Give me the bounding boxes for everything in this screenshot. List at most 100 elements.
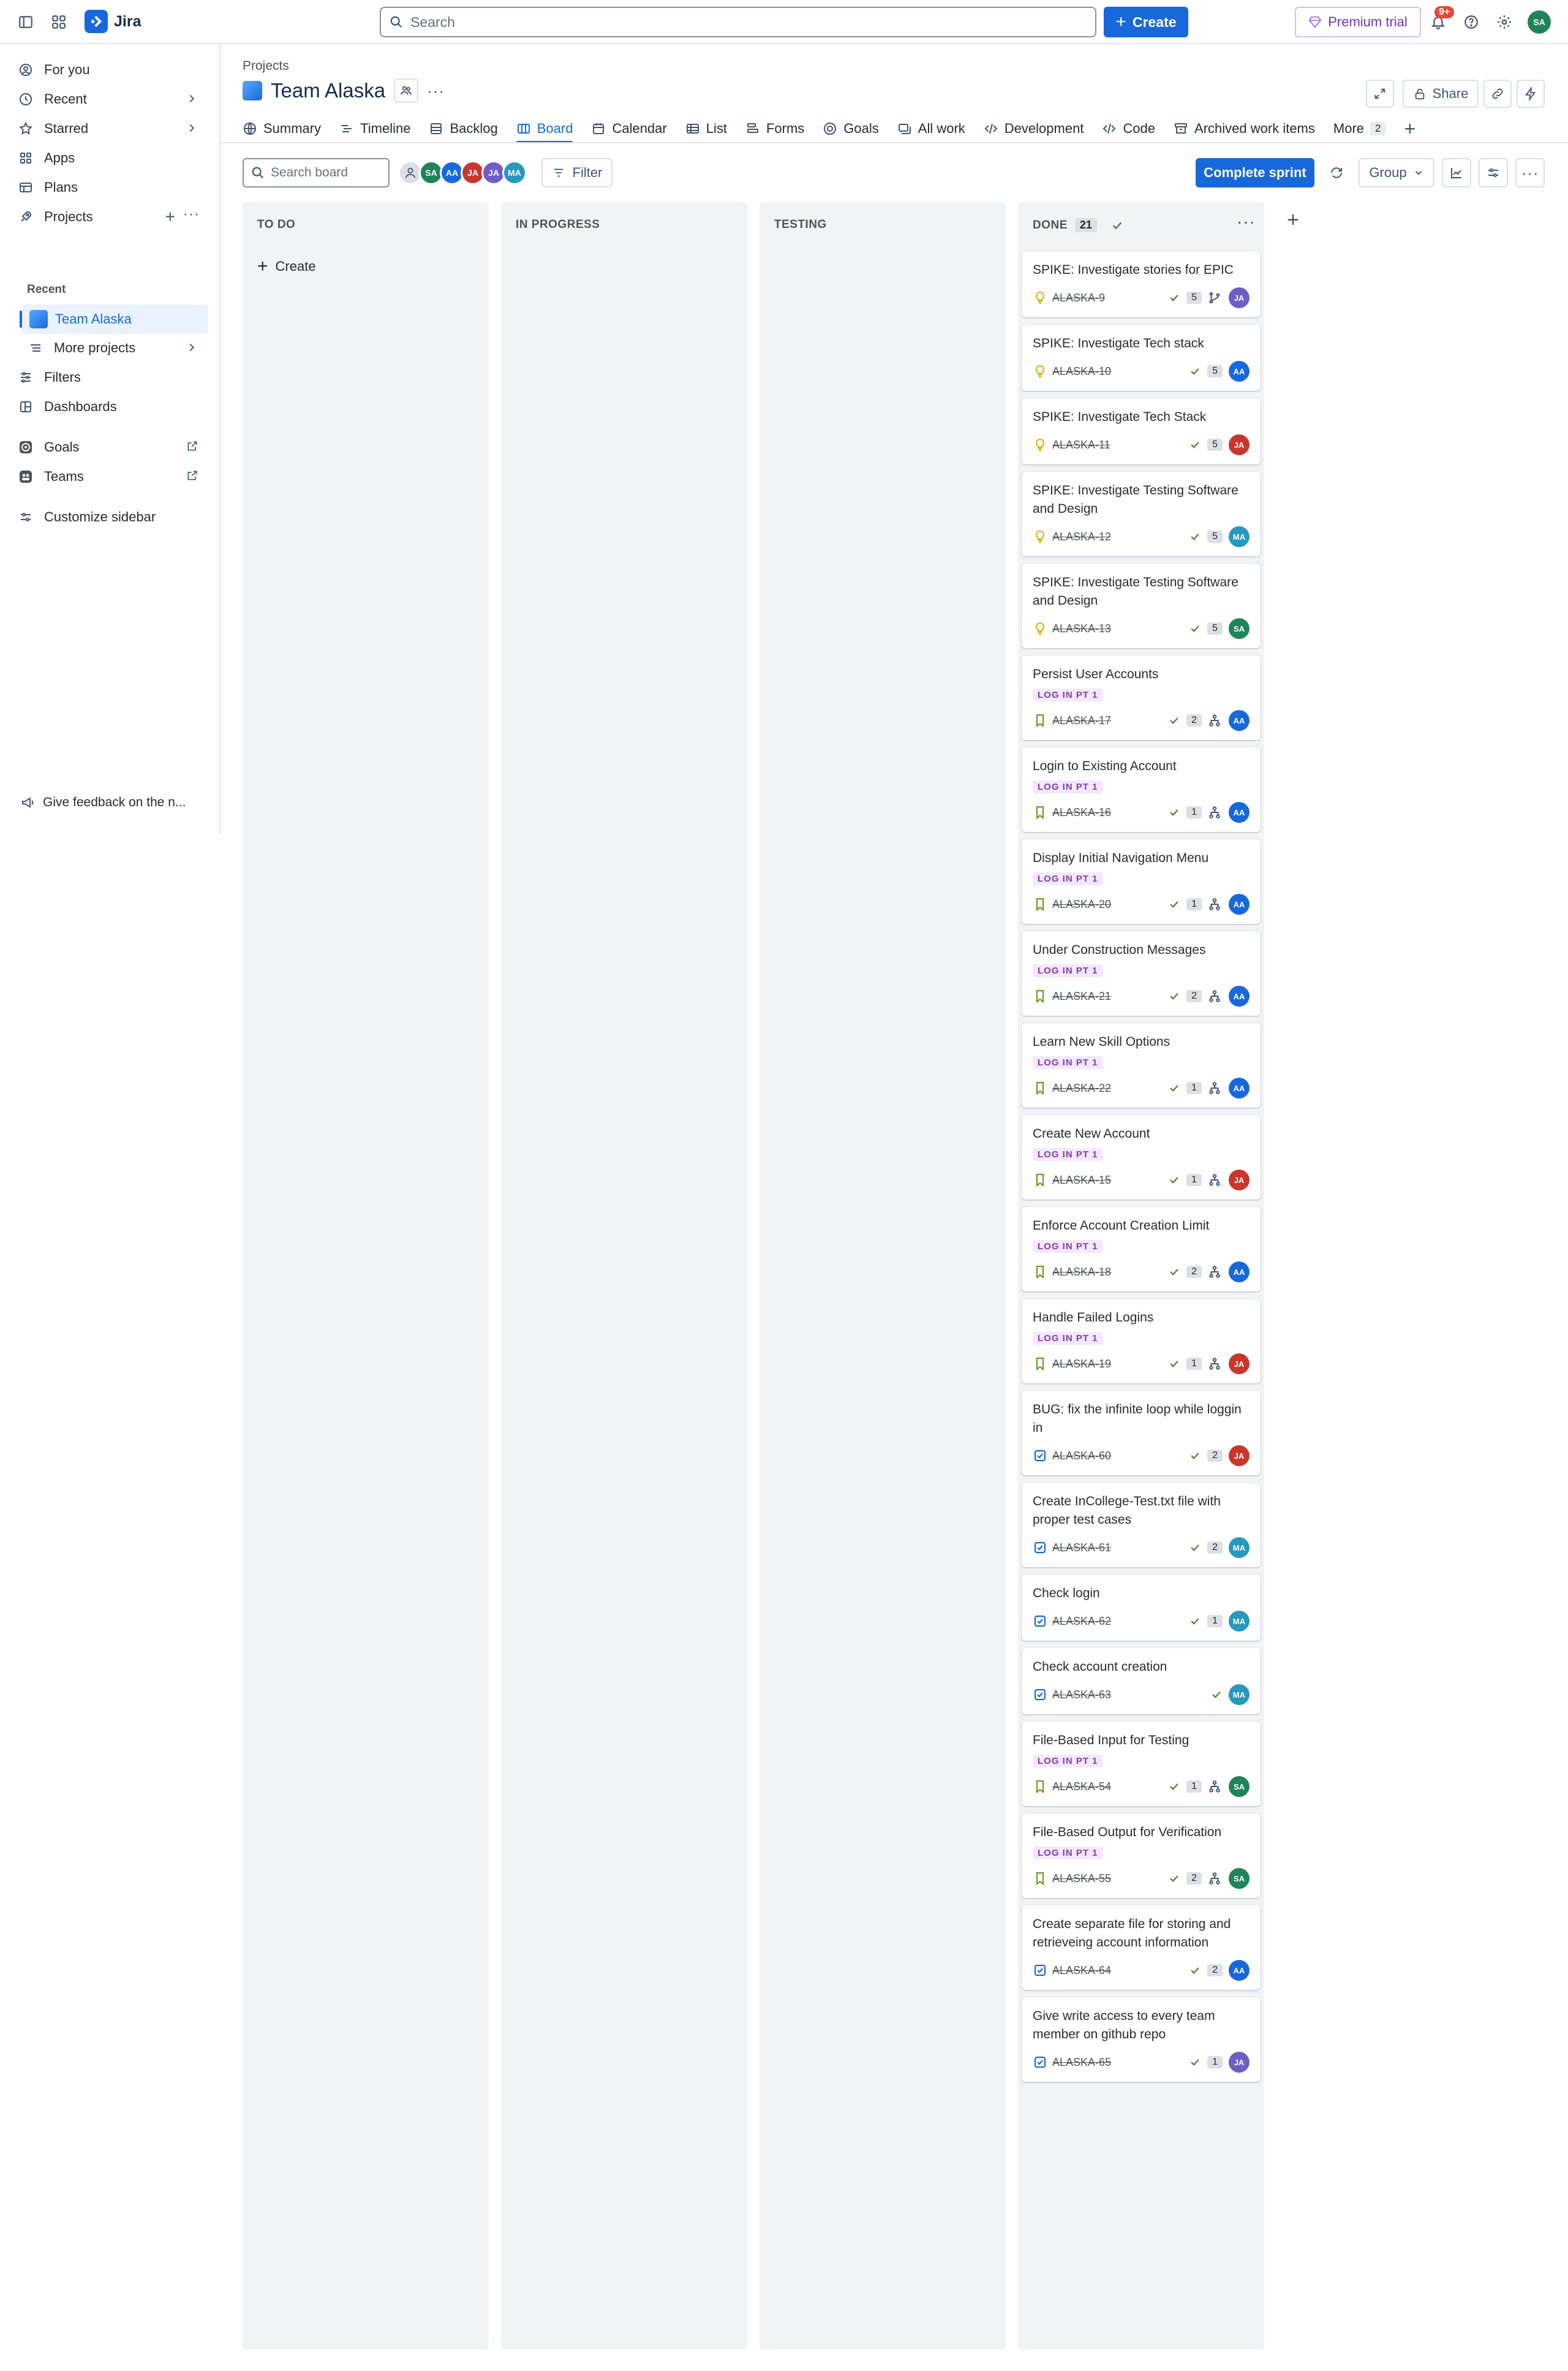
card-key[interactable]: ALASKA-15 — [1052, 1174, 1111, 1187]
issue-card[interactable]: Give write access to every team member o… — [1022, 1997, 1261, 2082]
view-settings-icon[interactable] — [1479, 158, 1508, 187]
tab-more[interactable]: More 2 — [1333, 114, 1386, 143]
card-key[interactable]: ALASKA-21 — [1052, 990, 1111, 1003]
assignee-avatar[interactable]: AA — [1229, 1078, 1250, 1099]
more-options-icon[interactable]: ··· — [183, 206, 200, 223]
jira-logo[interactable]: Jira — [85, 10, 141, 33]
issue-card[interactable]: Display Initial Navigation Menu LOG IN PT… — [1022, 839, 1261, 924]
issue-card[interactable]: File-Based Output for Verification LOG IN… — [1022, 1813, 1261, 1898]
team-people-icon[interactable] — [394, 78, 419, 103]
avatar-filter-ma[interactable]: MA — [502, 161, 527, 185]
card-key[interactable]: ALASKA-20 — [1052, 898, 1111, 911]
tab-goals[interactable]: Goals — [823, 114, 879, 143]
breadcrumb[interactable]: Projects — [243, 59, 289, 74]
assignee-avatar[interactable]: AA — [1229, 1261, 1250, 1282]
sidebar-item-recent[interactable]: Recent — [17, 86, 207, 113]
issue-card[interactable]: Create New Account LOG IN PT 1 ALASKA-15 1 J… — [1022, 1115, 1261, 1200]
sidebar-item-for-you[interactable]: For you — [17, 56, 207, 83]
tab-timeline[interactable]: Timeline — [339, 114, 410, 143]
insights-chart-icon[interactable] — [1442, 158, 1471, 187]
assignee-avatar[interactable]: AA — [1229, 986, 1250, 1007]
card-key[interactable]: ALASKA-63 — [1052, 1688, 1111, 1701]
tab-development[interactable]: Development — [984, 114, 1084, 143]
sidebar-item-more-projects[interactable]: More projects — [27, 335, 207, 361]
card-key[interactable]: ALASKA-10 — [1052, 365, 1111, 378]
issue-card[interactable]: Create InCollege-Test.txt file with prop… — [1022, 1483, 1261, 1567]
app-switcher-icon[interactable] — [48, 11, 70, 33]
card-key[interactable]: ALASKA-60 — [1052, 1450, 1111, 1462]
issue-card[interactable]: File-Based Input for Testing LOG IN PT 1 A… — [1022, 1722, 1261, 1806]
tab-forms[interactable]: Forms — [745, 114, 804, 143]
assignee-avatar[interactable]: SA — [1229, 1776, 1250, 1797]
card-key[interactable]: ALASKA-65 — [1052, 2056, 1111, 2069]
assignee-avatar[interactable]: MA — [1229, 1537, 1250, 1558]
issue-card[interactable]: SPIKE: Investigate Testing Software and … — [1022, 472, 1261, 556]
add-project-icon[interactable]: + — [165, 207, 175, 227]
column-more-icon[interactable]: ··· — [1237, 213, 1256, 230]
automation-lightning-icon[interactable] — [1517, 80, 1545, 108]
add-column-button[interactable]: + — [1279, 206, 1307, 234]
tab-backlog[interactable]: Backlog — [429, 114, 498, 143]
refresh-icon[interactable] — [1322, 158, 1351, 187]
sidebar-item-dashboards[interactable]: Dashboards — [17, 393, 207, 420]
tab-calendar[interactable]: Calendar — [591, 114, 667, 143]
issue-card[interactable]: Enforce Account Creation Limit LOG IN PT … — [1022, 1207, 1261, 1291]
tab-all-work[interactable]: All work — [897, 114, 965, 143]
card-key[interactable]: ALASKA-62 — [1052, 1615, 1111, 1628]
sidebar-item-apps[interactable]: Apps — [17, 145, 207, 172]
tab-archived-work-items[interactable]: Archived work items — [1174, 114, 1315, 143]
issue-card[interactable]: SPIKE: Investigate Tech Stack ALASKA-11 5 J… — [1022, 398, 1261, 464]
tab-list[interactable]: List — [685, 114, 727, 143]
sidebar-toggle-icon[interactable] — [15, 11, 37, 33]
user-avatar[interactable]: SA — [1528, 10, 1551, 34]
issue-card[interactable]: Check account creation ALASKA-63 MA — [1022, 1648, 1261, 1714]
sidebar-item-customize[interactable]: Customize sidebar — [17, 504, 207, 531]
tab-code[interactable]: Code — [1102, 114, 1155, 143]
card-key[interactable]: ALASKA-12 — [1052, 531, 1111, 543]
fullscreen-icon[interactable] — [1366, 80, 1394, 108]
assignee-avatar[interactable]: MA — [1229, 1611, 1250, 1632]
issue-card[interactable]: SPIKE: Investigate Testing Software and … — [1022, 564, 1261, 648]
card-key[interactable]: ALASKA-64 — [1052, 1964, 1111, 1977]
card-key[interactable]: ALASKA-55 — [1052, 1872, 1111, 1885]
assignee-avatar[interactable]: SA — [1229, 1868, 1250, 1889]
copy-link-icon[interactable] — [1483, 80, 1512, 108]
assignee-avatar[interactable]: JA — [1229, 2052, 1250, 2073]
card-key[interactable]: ALASKA-54 — [1052, 1780, 1111, 1793]
assignee-avatar[interactable]: JA — [1229, 1445, 1250, 1466]
sidebar-item-starred[interactable]: Starred — [17, 115, 207, 142]
create-button[interactable]: + Create — [1104, 7, 1188, 37]
card-key[interactable]: ALASKA-61 — [1052, 1541, 1111, 1554]
card-key[interactable]: ALASKA-11 — [1052, 439, 1110, 452]
issue-card[interactable]: Learn New Skill Options LOG IN PT 1 ALASKA… — [1022, 1023, 1261, 1108]
issue-card[interactable]: BUG: fix the infinite loop while loggin … — [1022, 1391, 1261, 1475]
assignee-avatar[interactable]: AA — [1229, 1960, 1250, 1981]
assignee-avatar[interactable]: AA — [1229, 710, 1250, 731]
assignee-avatar[interactable]: JA — [1229, 1170, 1250, 1190]
board-search-input[interactable]: Search board — [243, 158, 390, 187]
card-key[interactable]: ALASKA-19 — [1052, 1358, 1111, 1371]
issue-card[interactable]: Handle Failed Logins LOG IN PT 1 ALASKA-19… — [1022, 1299, 1261, 1383]
issue-card[interactable]: Check login ALASKA-62 1 MA — [1022, 1575, 1261, 1641]
tab-board[interactable]: Board — [516, 114, 573, 143]
assignee-avatar[interactable]: AA — [1229, 894, 1250, 915]
issue-card[interactable]: Persist User Accounts LOG IN PT 1 ALASKA-1… — [1022, 656, 1261, 740]
sidebar-item-goals[interactable]: Goals — [17, 434, 207, 461]
issue-card[interactable]: Under Construction Messages LOG IN PT 1 AL… — [1022, 931, 1261, 1016]
assignee-avatar[interactable]: JA — [1229, 1353, 1250, 1374]
project-more-icon[interactable]: ··· — [427, 81, 445, 100]
filter-button[interactable]: Filter — [541, 158, 612, 187]
assignee-avatar[interactable]: MA — [1229, 1684, 1250, 1705]
premium-trial-button[interactable]: Premium trial — [1295, 7, 1421, 37]
issue-card[interactable]: SPIKE: Investigate stories for EPIC ALASK… — [1022, 251, 1261, 317]
share-button[interactable]: Share — [1403, 80, 1479, 108]
sidebar-item-filters[interactable]: Filters — [17, 364, 207, 391]
tab-summary[interactable]: Summary — [243, 114, 321, 143]
assignee-avatar[interactable]: SA — [1229, 618, 1250, 639]
issue-card[interactable]: SPIKE: Investigate Tech stack ALASKA-10 5 A… — [1022, 325, 1261, 391]
global-search-input[interactable]: Search — [380, 7, 1096, 37]
give-feedback-link[interactable]: Give feedback on the n... — [21, 795, 186, 810]
board-more-icon[interactable]: ··· — [1515, 158, 1545, 187]
settings-gear-icon[interactable] — [1493, 11, 1515, 33]
help-icon[interactable] — [1460, 11, 1482, 33]
